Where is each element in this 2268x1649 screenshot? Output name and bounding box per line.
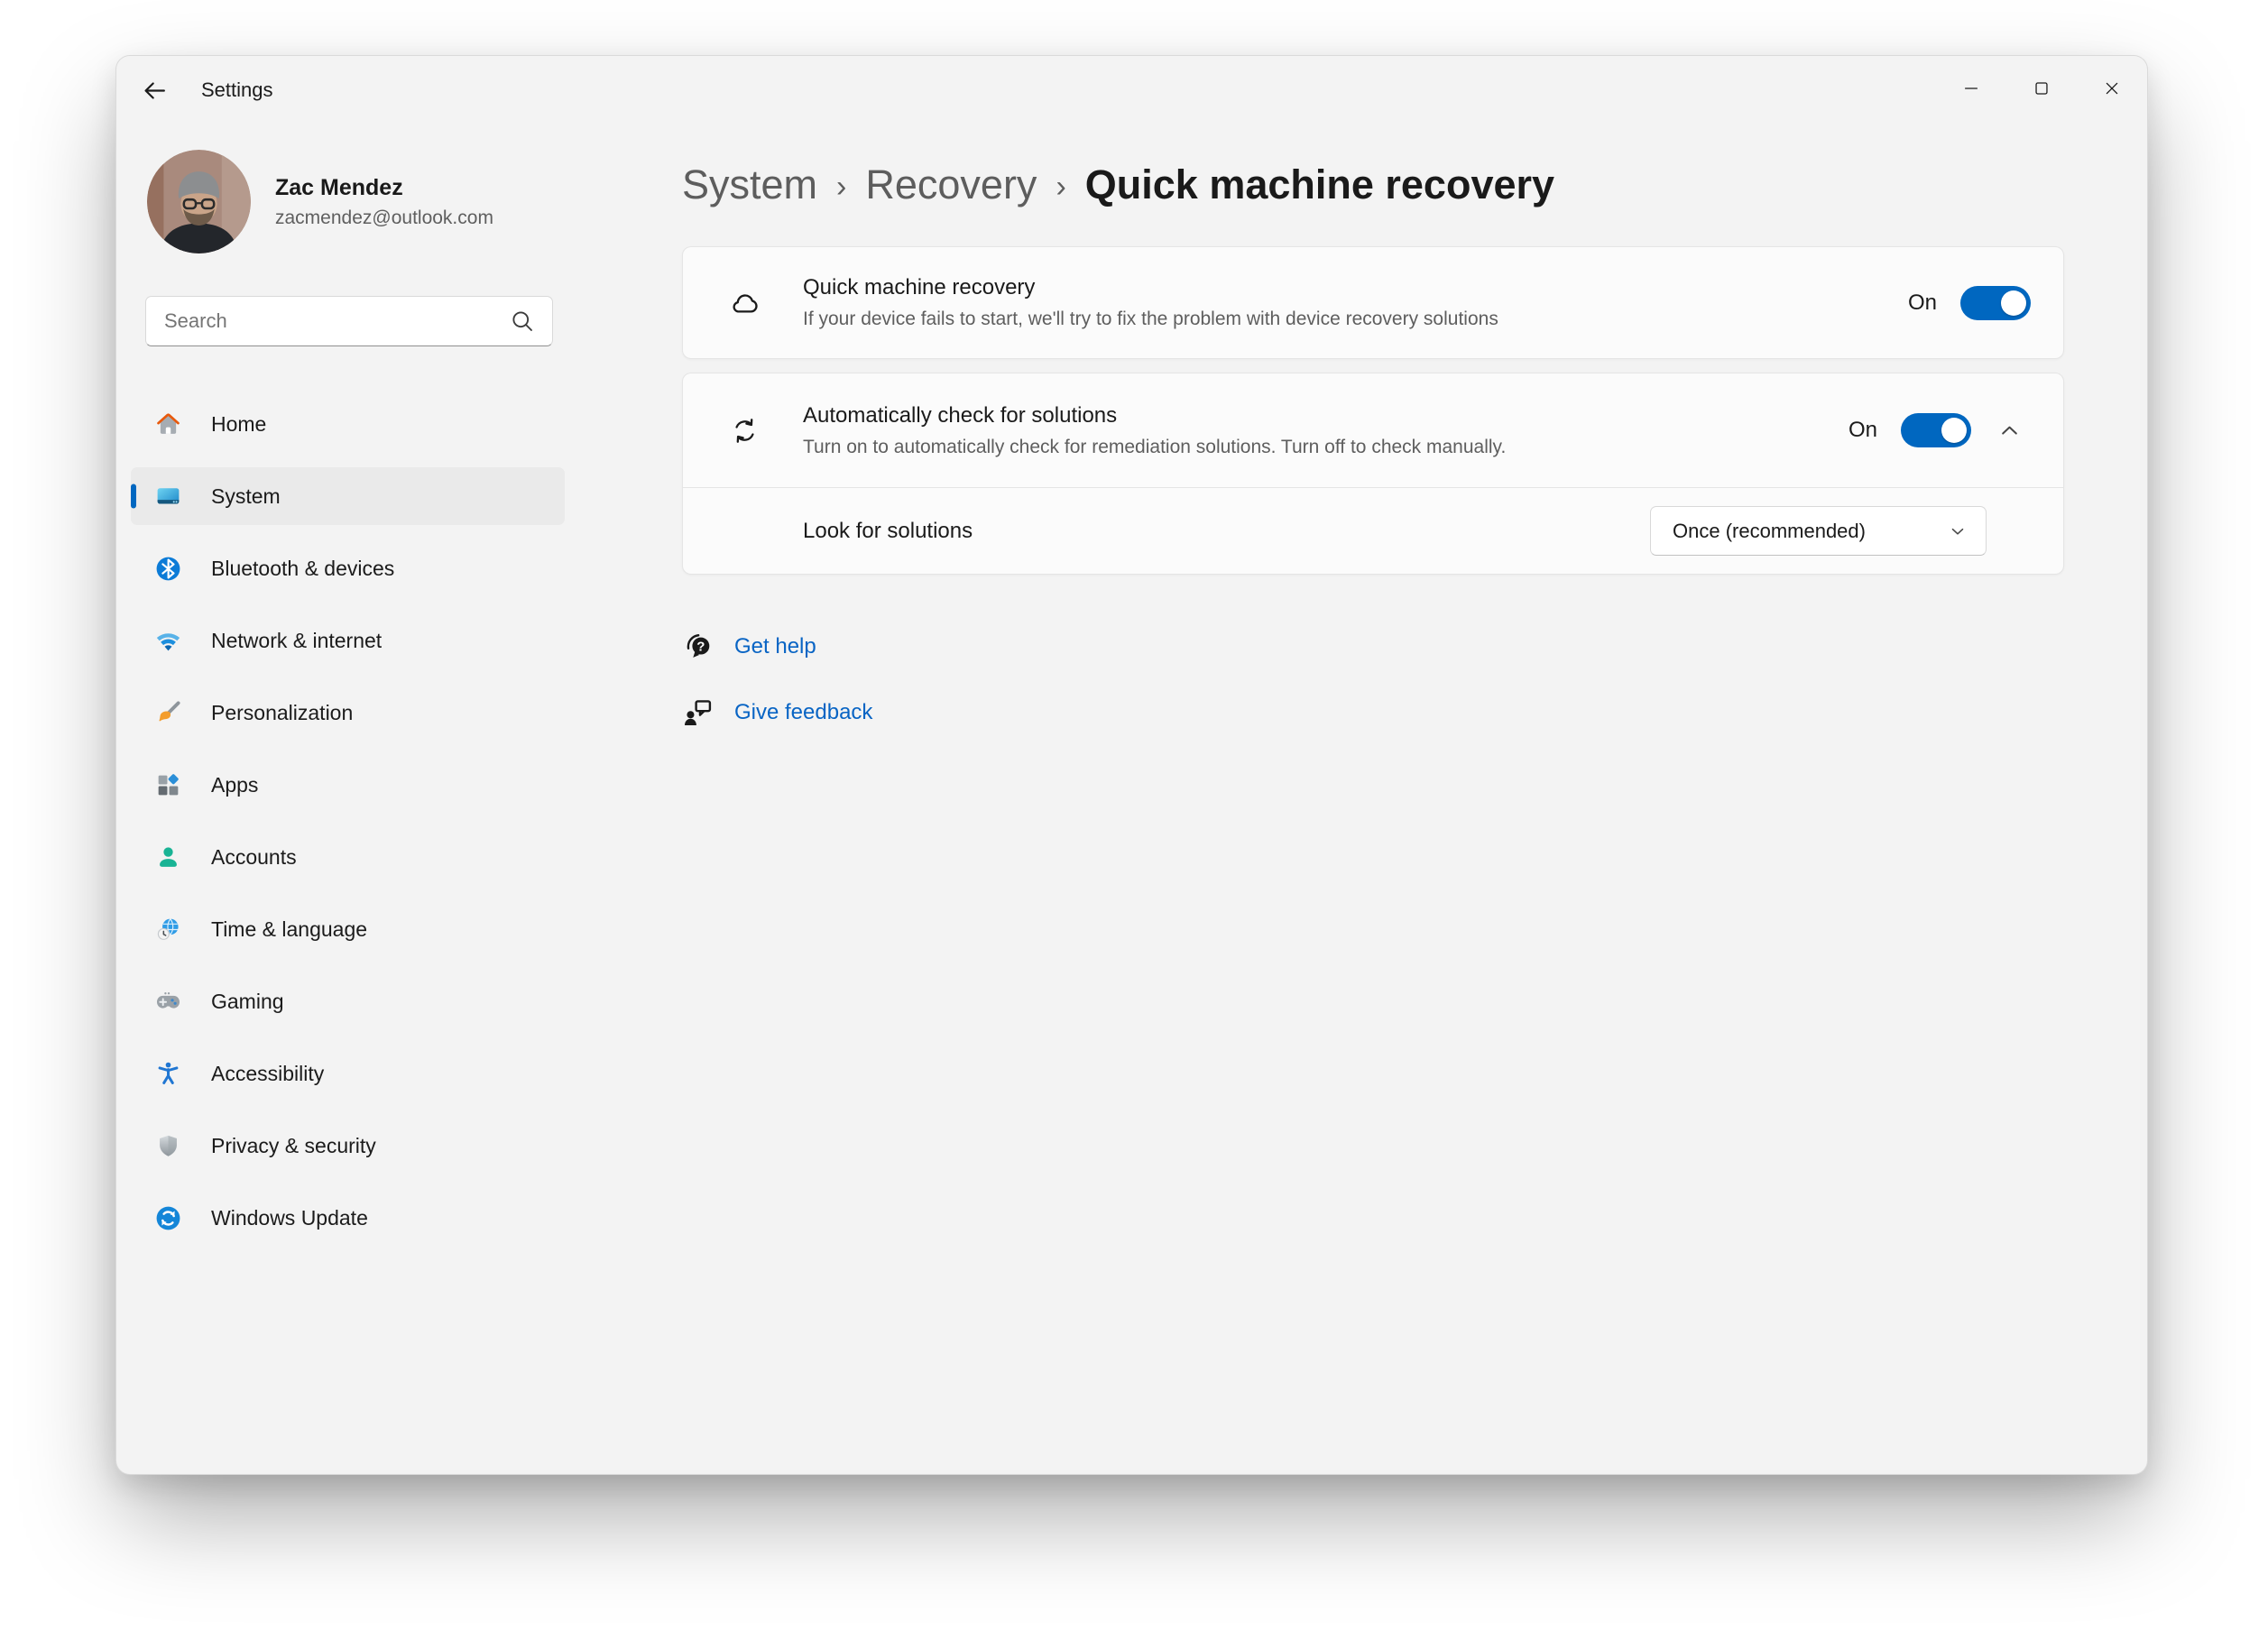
sidebar-item-privacy-security[interactable]: Privacy & security bbox=[131, 1117, 565, 1175]
page-title: Quick machine recovery bbox=[1085, 161, 1554, 208]
setting-title: Quick machine recovery bbox=[803, 275, 1498, 300]
user-email: zacmendez@outlook.com bbox=[275, 207, 493, 229]
search-box[interactable] bbox=[145, 296, 553, 346]
sidebar-item-windows-update[interactable]: Windows Update bbox=[131, 1189, 565, 1247]
setting-title: Automatically check for solutions bbox=[803, 403, 1506, 428]
sidebar-item-network-internet[interactable]: Network & internet bbox=[131, 612, 565, 669]
back-button[interactable] bbox=[129, 67, 180, 114]
search-icon bbox=[509, 308, 536, 335]
close-button[interactable] bbox=[2077, 56, 2147, 121]
close-icon bbox=[2102, 78, 2122, 98]
give-feedback-link[interactable]: Give feedback bbox=[682, 695, 872, 731]
personalization-icon bbox=[154, 699, 182, 727]
accounts-icon bbox=[154, 843, 182, 871]
sidebar-item-label: Network & internet bbox=[211, 629, 382, 653]
breadcrumb-separator-icon: › bbox=[836, 166, 846, 205]
system-icon bbox=[154, 483, 182, 511]
look-for-solutions-dropdown[interactable]: Once (recommended) bbox=[1650, 506, 1987, 556]
sidebar-item-system[interactable]: System bbox=[131, 467, 565, 525]
sidebar-item-personalization[interactable]: Personalization bbox=[131, 684, 565, 742]
sidebar-item-label: Time & language bbox=[211, 917, 367, 942]
avatar bbox=[147, 150, 251, 253]
window-controls bbox=[1936, 56, 2147, 121]
auto-check-toggle[interactable] bbox=[1901, 413, 1971, 447]
home-icon bbox=[154, 410, 182, 438]
user-profile[interactable]: Zac Mendez zacmendez@outlook.com bbox=[147, 150, 565, 253]
sidebar-item-label: Accessibility bbox=[211, 1062, 324, 1086]
look-for-solutions-row: Look for solutions Once (recommended) bbox=[683, 488, 2063, 574]
sidebar-item-apps[interactable]: Apps bbox=[131, 756, 565, 814]
bluetooth-icon bbox=[154, 555, 182, 583]
sidebar-item-label: Personalization bbox=[211, 701, 353, 725]
breadcrumb-separator-icon: › bbox=[1056, 166, 1065, 205]
sidebar-item-label: Gaming bbox=[211, 990, 284, 1014]
sidebar-item-label: Privacy & security bbox=[211, 1134, 376, 1158]
breadcrumb-recovery[interactable]: Recovery bbox=[865, 161, 1037, 208]
footer-links: ? Get help bbox=[682, 629, 2064, 731]
dropdown-selected-value: Once (recommended) bbox=[1673, 520, 1948, 543]
user-name: Zac Mendez bbox=[275, 175, 493, 201]
svg-text:?: ? bbox=[696, 639, 705, 654]
toggle-state-label: On bbox=[1908, 290, 1937, 316]
time-language-icon bbox=[154, 916, 182, 944]
toggle-knob bbox=[2001, 290, 2026, 316]
quick-machine-recovery-card: Quick machine recovery If your device fa… bbox=[682, 246, 2064, 359]
privacy-security-icon bbox=[154, 1132, 182, 1160]
sidebar-item-home[interactable]: Home bbox=[131, 395, 565, 453]
titlebar[interactable]: Settings bbox=[116, 56, 2147, 124]
sidebar-item-bluetooth-devices[interactable]: Bluetooth & devices bbox=[131, 539, 565, 597]
maximize-button[interactable] bbox=[2006, 56, 2077, 121]
look-for-solutions-label: Look for solutions bbox=[803, 519, 973, 544]
sidebar-item-label: Home bbox=[211, 412, 266, 437]
apps-icon bbox=[154, 771, 182, 799]
maximize-icon bbox=[2032, 78, 2051, 98]
window-title: Settings bbox=[201, 78, 273, 102]
windows-update-icon bbox=[154, 1204, 182, 1232]
sidebar-item-gaming[interactable]: Gaming bbox=[131, 972, 565, 1030]
gaming-icon bbox=[154, 988, 182, 1016]
minimize-button[interactable] bbox=[1936, 56, 2006, 121]
toggle-state-label: On bbox=[1849, 418, 1877, 443]
setting-description: Turn on to automatically check for remed… bbox=[803, 437, 1506, 458]
give-feedback-label: Give feedback bbox=[734, 700, 872, 725]
desktop-background: Settings bbox=[0, 0, 2268, 1649]
network-icon bbox=[154, 627, 182, 655]
chevron-up-icon bbox=[1997, 419, 2022, 443]
sidebar-item-label: Accounts bbox=[211, 845, 297, 870]
give-feedback-icon bbox=[682, 696, 715, 729]
search-input[interactable] bbox=[146, 309, 509, 333]
main-content: System › Recovery › Quick machine recove… bbox=[578, 124, 2148, 1474]
sidebar-nav: Home System bbox=[131, 395, 565, 1247]
get-help-icon: ? bbox=[682, 631, 715, 663]
sidebar-item-label: Bluetooth & devices bbox=[211, 557, 394, 581]
get-help-label: Get help bbox=[734, 634, 816, 659]
sidebar-item-accounts[interactable]: Accounts bbox=[131, 828, 565, 886]
sync-icon bbox=[728, 414, 761, 447]
settings-window: Settings bbox=[115, 55, 2148, 1475]
sidebar-item-time-language[interactable]: Time & language bbox=[131, 900, 565, 958]
breadcrumb: System › Recovery › Quick machine recove… bbox=[682, 157, 2064, 213]
sidebar-item-label: Windows Update bbox=[211, 1206, 368, 1230]
sidebar-item-label: System bbox=[211, 484, 281, 509]
chevron-down-icon bbox=[1948, 521, 1968, 541]
minimize-icon bbox=[1961, 78, 1981, 98]
sidebar-item-accessibility[interactable]: Accessibility bbox=[131, 1045, 565, 1102]
setting-description: If your device fails to start, we'll try… bbox=[803, 309, 1498, 330]
cloud-icon bbox=[728, 286, 761, 319]
back-arrow-icon bbox=[141, 77, 169, 105]
quick-machine-recovery-toggle[interactable] bbox=[1960, 286, 2031, 320]
toggle-knob bbox=[1941, 418, 1967, 443]
accessibility-icon bbox=[154, 1060, 182, 1088]
collapse-button[interactable] bbox=[1987, 409, 2031, 452]
sidebar-item-label: Apps bbox=[211, 773, 258, 797]
breadcrumb-system[interactable]: System bbox=[682, 161, 817, 208]
sidebar: Zac Mendez zacmendez@outlook.com bbox=[116, 124, 578, 1474]
get-help-link[interactable]: ? Get help bbox=[682, 629, 816, 665]
auto-check-solutions-card: Automatically check for solutions Turn o… bbox=[682, 373, 2064, 575]
